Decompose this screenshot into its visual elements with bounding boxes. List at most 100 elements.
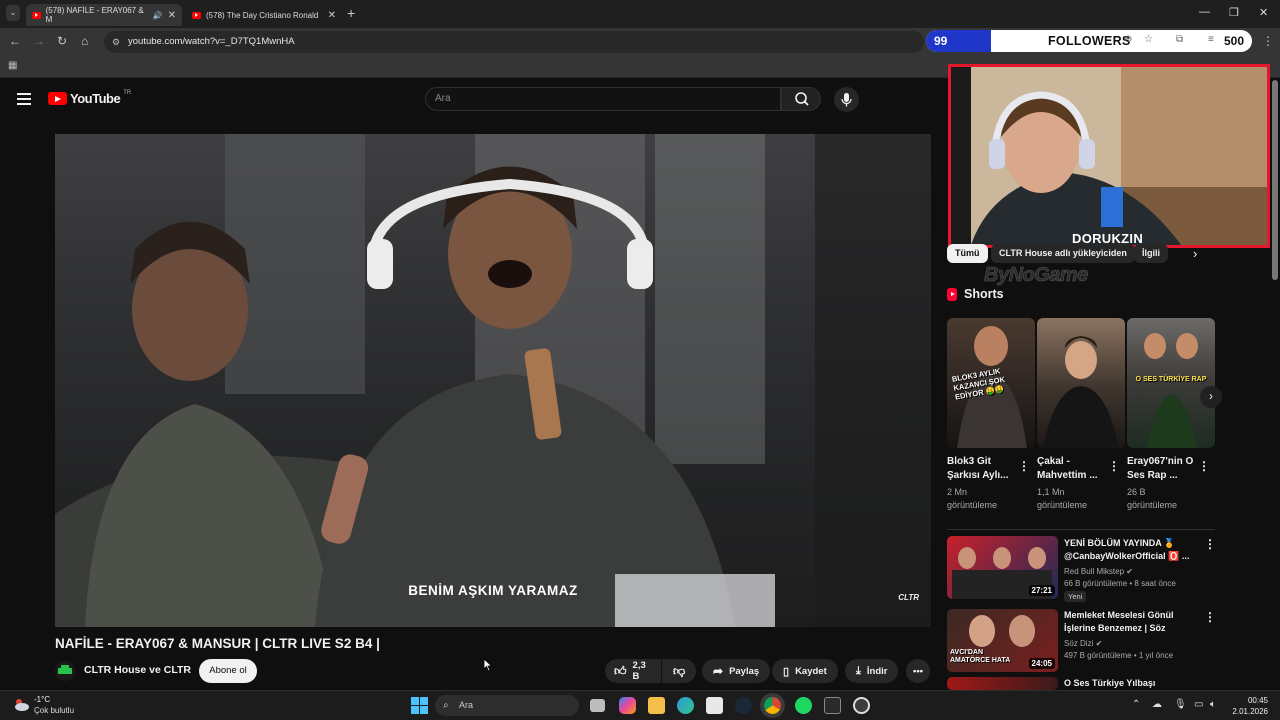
speaker-icon[interactable]: 🔊 xyxy=(153,11,163,20)
recommended-thumb-caption: AVCI'DAN AMATÖRCE HATA xyxy=(950,649,1011,664)
obs-icon[interactable] xyxy=(853,697,870,714)
recommended-menu-icon[interactable]: ⋮ xyxy=(1204,610,1216,624)
short-menu-icon[interactable]: ⋮ xyxy=(1018,459,1030,473)
minimize-icon[interactable]: — xyxy=(1199,6,1210,18)
mouse-cursor-icon xyxy=(483,658,493,672)
short-views-count: 2 Mn xyxy=(947,487,968,497)
epic-games-icon[interactable] xyxy=(824,697,841,714)
share-button[interactable]: ➦ Paylaş xyxy=(702,659,771,683)
cloud-weather-icon[interactable] xyxy=(12,696,30,714)
recommended-title[interactable]: Memleket Meselesi Gönül İşlerine Benzeme… xyxy=(1064,609,1194,635)
short-thumbnail[interactable]: O SES TÜRKİYE RAP xyxy=(1127,318,1215,448)
display-tray-icon[interactable]: ▭ xyxy=(1194,699,1203,710)
menu-dots-icon[interactable]: ⋮ xyxy=(1262,34,1274,48)
short-menu-icon[interactable]: ⋮ xyxy=(1198,459,1210,473)
like-button[interactable]: 👍︎ 2,3 B xyxy=(605,659,661,683)
search-input[interactable]: Ara xyxy=(425,87,781,111)
youtube-logo[interactable]: YouTube TR xyxy=(48,89,132,106)
video-player[interactable]: BENİM AŞKIM YARAMAZ CLTR xyxy=(55,134,931,627)
recommended-thumbnail[interactable] xyxy=(947,677,1058,690)
microphone-tray-icon[interactable]: 🎙︎ xyxy=(1174,699,1187,710)
close-tab-icon[interactable]: ✕ xyxy=(328,10,336,21)
extension-icon: ⧉ xyxy=(1176,34,1184,45)
search-icon xyxy=(795,92,809,106)
like-count: 2,3 B xyxy=(632,660,646,682)
shorts-next-button[interactable]: › xyxy=(1200,386,1222,408)
save-button[interactable]: ▯ Kaydet xyxy=(772,659,838,683)
zoom-icon: ⊖ xyxy=(1124,34,1133,45)
dislike-button[interactable]: 👎︎ xyxy=(662,659,696,683)
youtube-favicon-icon xyxy=(192,11,201,19)
more-actions-button[interactable]: ••• xyxy=(906,659,930,683)
close-tab-icon[interactable]: ✕ xyxy=(168,10,176,21)
short-thumbnail[interactable] xyxy=(1037,318,1125,448)
short-title[interactable]: Çakal - Mahvettim ... xyxy=(1037,455,1111,483)
short-title[interactable]: Eray067'nin O Ses Rap ... xyxy=(1127,455,1201,483)
store-icon[interactable] xyxy=(706,697,723,714)
chips-next-icon[interactable]: › xyxy=(1193,246,1197,261)
forward-icon[interactable]: → xyxy=(33,34,45,48)
recommended-title[interactable]: O Ses Türkiye Yılbaşı xyxy=(1064,677,1194,690)
tray-app-icon[interactable]: ☁ xyxy=(1152,699,1162,710)
shorts-heading-label: Shorts xyxy=(964,287,1004,301)
share-label: Paylaş xyxy=(729,665,760,677)
thumbs-down-icon: 👎︎ xyxy=(673,663,686,678)
search-button[interactable] xyxy=(781,87,821,111)
browser-tab[interactable]: (578) The Day Cristiano Ronaldo ✕ xyxy=(186,4,342,26)
voice-search-button[interactable] xyxy=(834,87,859,112)
chip-all[interactable]: Tümü xyxy=(947,244,988,263)
followers-goal: 500 xyxy=(1223,34,1244,48)
edge-icon[interactable] xyxy=(677,697,694,714)
page-scrollbar[interactable] xyxy=(1272,80,1278,280)
volume-icon[interactable]: 🔈︎ xyxy=(1210,699,1216,710)
short-menu-icon[interactable]: ⋮ xyxy=(1108,459,1120,473)
recommended-title[interactable]: YENİ BÖLÜM YAYINDA 🏅 @CanbayWolkerOffici… xyxy=(1064,537,1194,563)
chip-related[interactable]: İlgili xyxy=(1134,244,1168,263)
subscribe-button[interactable]: Abone ol xyxy=(199,659,257,683)
channel-name[interactable]: CLTR House ve CLTR xyxy=(84,664,191,676)
country-code: TR xyxy=(123,89,132,96)
microphone-icon xyxy=(841,93,852,107)
close-window-icon[interactable]: ✕ xyxy=(1259,6,1268,19)
recommended-thumbnail[interactable]: AVCI'DAN AMATÖRCE HATA 24:05 xyxy=(947,609,1058,672)
file-explorer-icon[interactable] xyxy=(648,697,665,714)
home-icon[interactable]: ⌂ xyxy=(81,34,88,48)
taskbar-clock[interactable]: 00:45 2.01.2026 xyxy=(1232,695,1268,717)
bookmark-icon: ▯ xyxy=(783,665,790,678)
short-thumbnail[interactable]: BLOK3 AYLIK KAZANCI ŞOK EDİYOR 🤑🤑 xyxy=(947,318,1035,448)
chip-uploader[interactable]: CLTR House adlı yükleyiciden xyxy=(991,244,1135,263)
streamer-webcam-overlay xyxy=(948,64,1270,248)
new-tab-button[interactable]: + xyxy=(347,5,355,21)
steam-icon[interactable] xyxy=(735,697,752,714)
taskbar-search[interactable]: ⌕ Ara xyxy=(435,695,579,716)
recommended-channel[interactable]: Söz Dizi ✔ xyxy=(1064,638,1102,650)
chrome-icon[interactable] xyxy=(764,697,781,714)
windows-start-icon[interactable] xyxy=(411,697,428,714)
channel-avatar[interactable] xyxy=(55,661,75,681)
recommended-channel[interactable]: Red Bull Mikstep ✔ xyxy=(1064,566,1133,578)
recommended-menu-icon[interactable]: ⋮ xyxy=(1204,537,1216,551)
short-title[interactable]: Blok3 Git Şarkısı Aylı... xyxy=(947,455,1021,483)
reload-icon[interactable]: ↻ xyxy=(57,34,67,48)
copilot-icon[interactable] xyxy=(619,697,636,714)
apps-grid-icon[interactable]: ▦ xyxy=(8,60,17,71)
video-duration: 27:21 xyxy=(1028,585,1055,596)
search-icon: ⌕ xyxy=(443,700,449,711)
url-text: youtube.com/watch?v=_D7TQ1MwnHA xyxy=(128,36,295,47)
hamburger-menu-icon[interactable] xyxy=(17,93,31,105)
recommended-thumbnail[interactable]: 27:21 xyxy=(947,536,1058,599)
short-views-count: 26 B xyxy=(1127,487,1146,497)
site-info-icon[interactable]: ⚙ xyxy=(112,31,120,53)
restore-icon[interactable]: ❐ xyxy=(1229,6,1239,19)
tray-overflow-icon[interactable]: ⌃ xyxy=(1132,699,1140,710)
spotify-icon[interactable] xyxy=(795,697,812,714)
recommended-channel-name: Red Bull Mikstep xyxy=(1064,567,1125,576)
download-button[interactable]: ⤓ İndir xyxy=(845,659,899,683)
browser-tab-active[interactable]: (578) NAFİLE - ERAY067 & M 🔊 ✕ xyxy=(26,4,182,26)
new-badge: Yeni xyxy=(1064,591,1087,602)
back-icon[interactable]: ← xyxy=(9,34,21,48)
more-horizontal-icon: ••• xyxy=(913,665,923,677)
task-view-icon[interactable] xyxy=(590,699,605,712)
tab-list-dropdown-icon[interactable]: ⌄ xyxy=(6,5,20,21)
address-bar[interactable]: ⚙ youtube.com/watch?v=_D7TQ1MwnHA xyxy=(104,31,924,53)
